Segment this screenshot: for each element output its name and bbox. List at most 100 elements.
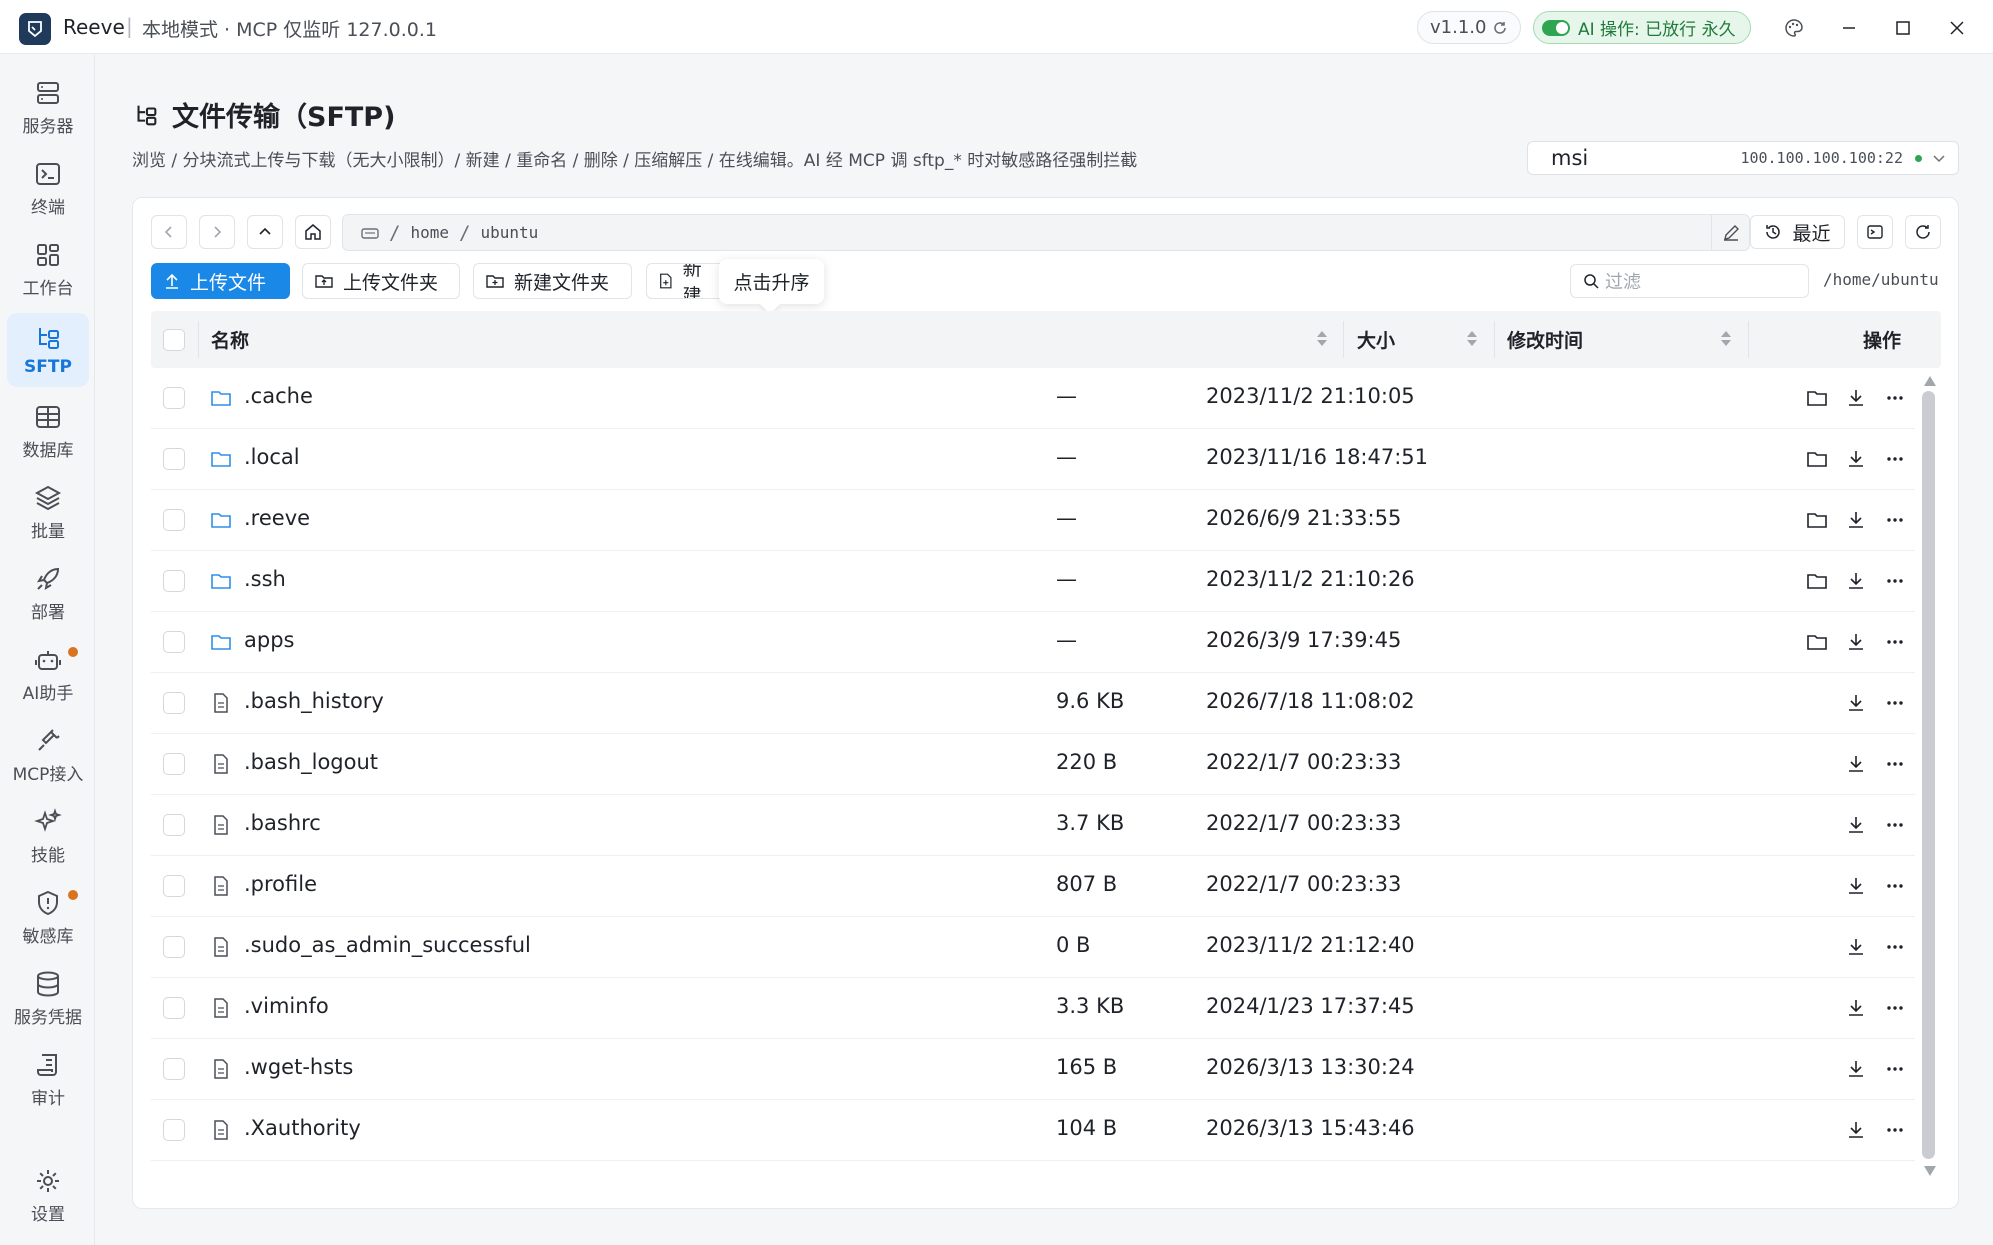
table-row[interactable]: .sudo_as_admin_successful 0 B 2023/11/2 21…: [151, 917, 1915, 978]
sidebar-item-servers[interactable]: 服务器: [7, 70, 89, 144]
file-name[interactable]: .Xauthority: [244, 1116, 361, 1140]
sidebar-item-credentials[interactable]: 服务凭据: [7, 961, 89, 1035]
forward-button[interactable]: [199, 215, 235, 249]
sidebar-item-ai-assistant[interactable]: AI助手: [7, 637, 89, 711]
sidebar-item-settings[interactable]: 设置: [7, 1158, 89, 1232]
table-row[interactable]: .local — 2023/11/16 18:47:51: [151, 429, 1915, 490]
more-icon[interactable]: [1883, 447, 1907, 471]
table-row[interactable]: .viminfo 3.3 KB 2024/1/23 17:37:45: [151, 978, 1915, 1039]
sidebar-item-terminal[interactable]: 终端: [7, 151, 89, 225]
server-select[interactable]: msi 100.100.100.100:22: [1527, 141, 1959, 175]
download-icon[interactable]: [1844, 386, 1868, 410]
table-row[interactable]: .bash_history 9.6 KB 2026/7/18 11:08:02: [151, 673, 1915, 734]
more-icon[interactable]: [1883, 813, 1907, 837]
sidebar-item-audit[interactable]: 审计: [7, 1042, 89, 1116]
table-row[interactable]: .ssh — 2023/11/2 21:10:26: [151, 551, 1915, 612]
sidebar-item-database[interactable]: 数据库: [7, 394, 89, 468]
row-checkbox[interactable]: [163, 570, 185, 592]
home-button[interactable]: [295, 215, 331, 249]
sidebar-item-batch[interactable]: 批量: [7, 475, 89, 549]
table-row[interactable]: .cache — 2023/11/2 21:10:05: [151, 368, 1915, 429]
row-checkbox[interactable]: [163, 1058, 185, 1080]
more-icon[interactable]: [1883, 874, 1907, 898]
download-icon[interactable]: [1844, 813, 1868, 837]
more-icon[interactable]: [1883, 386, 1907, 410]
open-folder-icon[interactable]: [1805, 508, 1829, 532]
column-header-name[interactable]: 名称: [211, 311, 249, 368]
row-checkbox[interactable]: [163, 387, 185, 409]
download-icon[interactable]: [1844, 1118, 1868, 1142]
select-all-checkbox[interactable]: [163, 329, 185, 351]
file-name[interactable]: .viminfo: [244, 994, 329, 1018]
more-icon[interactable]: [1883, 630, 1907, 654]
row-checkbox[interactable]: [163, 997, 185, 1019]
table-row[interactable]: .wget-hsts 165 B 2026/3/13 13:30:24: [151, 1039, 1915, 1100]
column-header-size[interactable]: 大小: [1357, 311, 1395, 368]
open-folder-icon[interactable]: [1805, 447, 1829, 471]
version-button[interactable]: v1.1.0: [1417, 11, 1522, 44]
download-icon[interactable]: [1844, 996, 1868, 1020]
edit-path-button[interactable]: [1711, 215, 1749, 250]
recent-button[interactable]: 最近: [1750, 215, 1845, 249]
sort-name-icon[interactable]: [1317, 331, 1327, 346]
sidebar-item-workbench[interactable]: 工作台: [7, 232, 89, 306]
open-terminal-button[interactable]: [1857, 215, 1893, 249]
more-icon[interactable]: [1883, 1118, 1907, 1142]
new-file-button[interactable]: 新建: [646, 263, 728, 299]
download-icon[interactable]: [1844, 630, 1868, 654]
minimize-button[interactable]: [1834, 13, 1864, 43]
ai-permission-toggle[interactable]: AI 操作: 已放行 永久: [1533, 11, 1751, 44]
breadcrumb-segment-ubuntu[interactable]: ubuntu: [480, 223, 538, 242]
table-row[interactable]: .bashrc 3.7 KB 2022/1/7 00:23:33: [151, 795, 1915, 856]
sidebar-item-skills[interactable]: 技能: [7, 799, 89, 873]
file-name[interactable]: .bash_logout: [244, 750, 378, 774]
file-name[interactable]: .profile: [244, 872, 317, 896]
file-name[interactable]: .bashrc: [244, 811, 321, 835]
more-icon[interactable]: [1883, 508, 1907, 532]
new-folder-button[interactable]: 新建文件夹: [473, 263, 632, 299]
scrollbar-thumb[interactable]: [1922, 391, 1935, 1159]
column-header-mtime[interactable]: 修改时间: [1507, 311, 1583, 368]
download-icon[interactable]: [1844, 691, 1868, 715]
row-checkbox[interactable]: [163, 1119, 185, 1141]
table-row[interactable]: .bash_logout 220 B 2022/1/7 00:23:33: [151, 734, 1915, 795]
file-name[interactable]: .cache: [244, 384, 313, 408]
sidebar-item-mcp[interactable]: MCP接入: [7, 718, 89, 792]
download-icon[interactable]: [1844, 1057, 1868, 1081]
file-name[interactable]: apps: [244, 628, 294, 652]
row-checkbox[interactable]: [163, 875, 185, 897]
row-checkbox[interactable]: [163, 692, 185, 714]
more-icon[interactable]: [1883, 752, 1907, 776]
scroll-down-icon[interactable]: [1924, 1166, 1936, 1176]
row-checkbox[interactable]: [163, 448, 185, 470]
table-row[interactable]: .profile 807 B 2022/1/7 00:23:33: [151, 856, 1915, 917]
sidebar-item-sensitive[interactable]: 敏感库: [7, 880, 89, 954]
file-name[interactable]: .reeve: [244, 506, 310, 530]
file-name[interactable]: .wget-hsts: [244, 1055, 353, 1079]
more-icon[interactable]: [1883, 935, 1907, 959]
row-checkbox[interactable]: [163, 509, 185, 531]
file-name[interactable]: .ssh: [244, 567, 286, 591]
download-icon[interactable]: [1844, 569, 1868, 593]
table-row[interactable]: .Xauthority 104 B 2026/3/13 15:43:46: [151, 1100, 1915, 1161]
sort-mtime-icon[interactable]: [1721, 331, 1731, 346]
row-checkbox[interactable]: [163, 936, 185, 958]
more-icon[interactable]: [1883, 996, 1907, 1020]
breadcrumb-segment-home[interactable]: home: [410, 223, 449, 242]
open-folder-icon[interactable]: [1805, 630, 1829, 654]
more-icon[interactable]: [1883, 569, 1907, 593]
more-icon[interactable]: [1883, 691, 1907, 715]
file-name[interactable]: .bash_history: [244, 689, 384, 713]
sidebar-item-sftp[interactable]: SFTP: [7, 313, 89, 387]
path-breadcrumb[interactable]: / home / ubuntu: [342, 214, 1750, 251]
sidebar-item-deploy[interactable]: 部署: [7, 556, 89, 630]
refresh-button[interactable]: [1905, 215, 1941, 249]
upload-folder-button[interactable]: 上传文件夹: [302, 263, 460, 299]
close-button[interactable]: [1942, 13, 1972, 43]
row-checkbox[interactable]: [163, 631, 185, 653]
parent-dir-button[interactable]: [247, 215, 283, 249]
upload-file-button[interactable]: 上传文件: [151, 263, 290, 299]
sort-size-icon[interactable]: [1467, 331, 1477, 346]
download-icon[interactable]: [1844, 447, 1868, 471]
table-row[interactable]: apps — 2026/3/9 17:39:45: [151, 612, 1915, 673]
